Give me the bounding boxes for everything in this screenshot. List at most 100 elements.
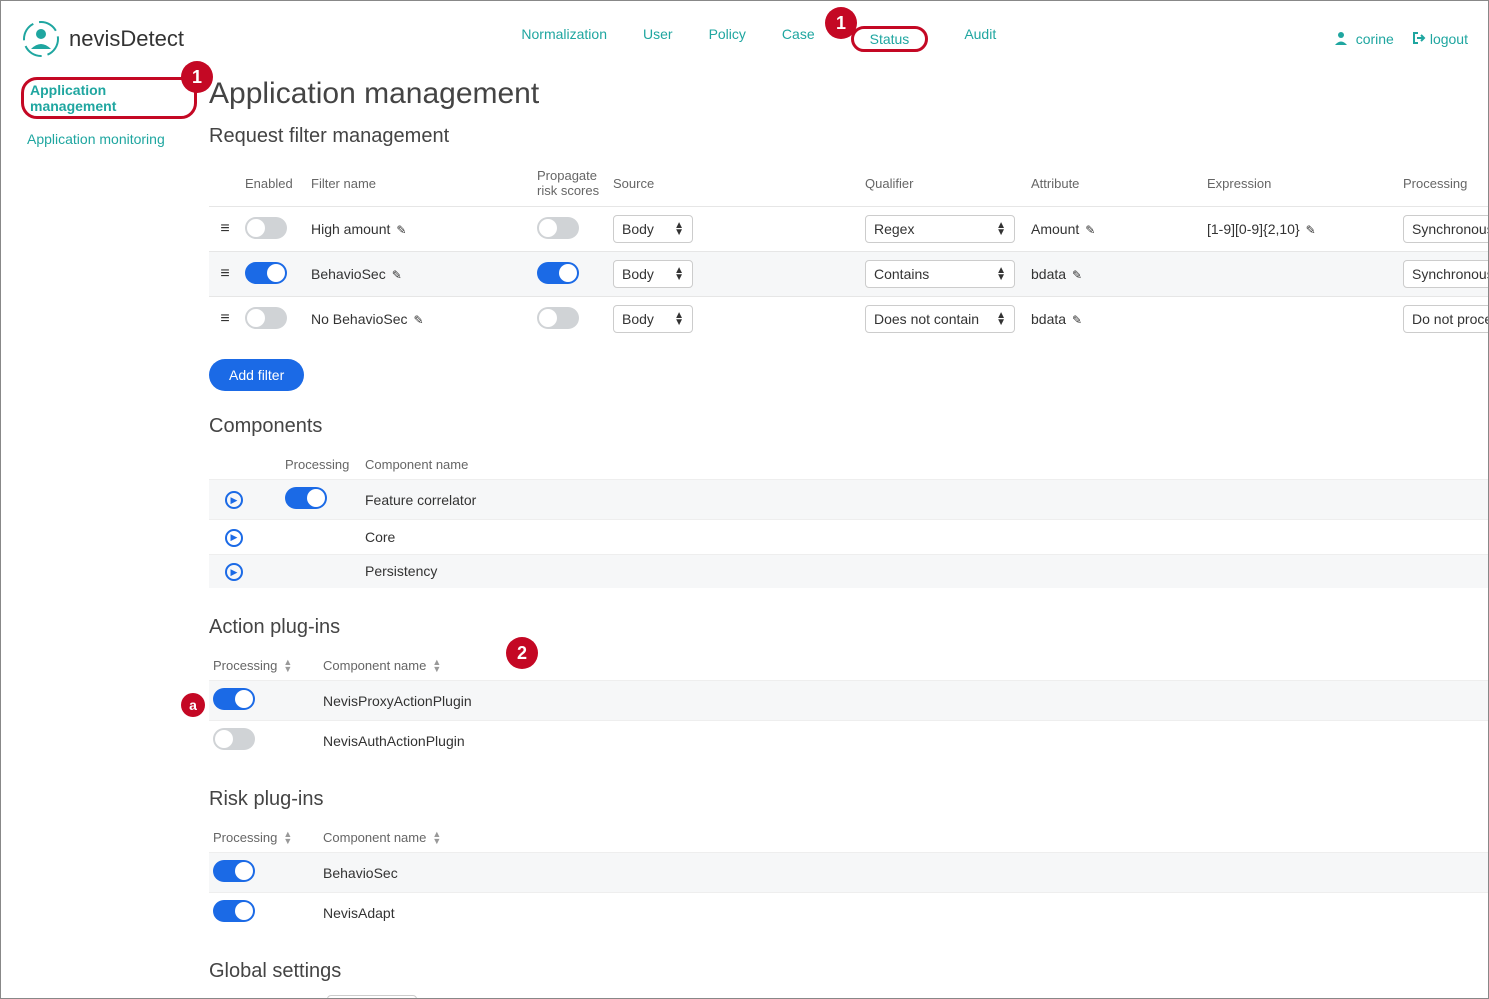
rf-attribute: bdata✎ bbox=[1031, 311, 1201, 327]
comp-col-processing: Processing bbox=[285, 457, 365, 472]
select-caret-icon: ▲▼ bbox=[996, 312, 1006, 326]
select-caret-icon: ▲▼ bbox=[674, 312, 684, 326]
rf-row: ≡ BehavioSec✎ Body ▲▼ Contains ▲▼ bdata✎… bbox=[209, 251, 1489, 296]
plugin-processing-toggle[interactable] bbox=[213, 900, 255, 922]
select-caret-icon: ▲▼ bbox=[674, 222, 684, 236]
expand-icon[interactable]: ▶ bbox=[225, 563, 243, 581]
edit-icon[interactable]: ✎ bbox=[392, 268, 402, 282]
risk-plugin-row: BehavioSec bbox=[209, 852, 1489, 892]
source-select[interactable]: Body ▲▼ bbox=[613, 215, 693, 243]
component-row: ▶ Core bbox=[209, 519, 1489, 554]
username: corine bbox=[1356, 31, 1394, 47]
risk-col-processing[interactable]: Processing ▲▼ bbox=[213, 830, 323, 845]
component-name: Feature correlator bbox=[365, 492, 1489, 508]
component-processing-toggle[interactable] bbox=[285, 487, 327, 509]
annotation-badge-sidebar-1: 1 bbox=[181, 61, 213, 93]
propagate-toggle[interactable] bbox=[537, 262, 579, 284]
risk-plugin-row: NevisAdapt bbox=[209, 892, 1489, 932]
header: nevisDetect Normalization User Policy Ca… bbox=[21, 19, 1468, 59]
drag-handle-icon[interactable]: ≡ bbox=[211, 220, 239, 238]
add-filter-button[interactable]: Add filter bbox=[209, 359, 304, 391]
logout-link[interactable]: logout bbox=[1412, 31, 1468, 48]
plugin-processing-toggle[interactable] bbox=[213, 688, 255, 710]
processing-select[interactable]: Synchronous ▲▼ bbox=[1403, 215, 1489, 243]
username-link[interactable]: corine bbox=[1334, 31, 1394, 48]
processing-select[interactable]: Synchronous ▲▼ bbox=[1403, 260, 1489, 288]
rf-col-filtername: Filter name bbox=[311, 176, 531, 191]
page-title: Application management bbox=[209, 77, 1489, 111]
rf-filter-name: High amount✎ bbox=[311, 221, 531, 237]
rf-col-propagate: Propagate risk scores bbox=[537, 168, 607, 198]
action-col-processing[interactable]: Processing ▲▼ bbox=[213, 658, 323, 673]
action-plugins-heading: Action plug-ins bbox=[209, 616, 1489, 639]
risk-plugins-heading: Risk plug-ins bbox=[209, 788, 1489, 811]
edit-icon[interactable]: ✎ bbox=[1085, 223, 1095, 237]
rf-expression: [1-9][0-9]{2,10}✎ bbox=[1207, 221, 1397, 237]
nav-normalization[interactable]: Normalization bbox=[521, 26, 607, 52]
nav-policy[interactable]: Policy bbox=[709, 26, 746, 52]
rf-filter-name: BehavioSec✎ bbox=[311, 266, 531, 282]
nav-case[interactable]: Case bbox=[782, 26, 815, 52]
component-row: ▶ Feature correlator bbox=[209, 479, 1489, 519]
rf-col-source: Source bbox=[613, 176, 713, 191]
rf-col-attribute: Attribute bbox=[1031, 176, 1201, 191]
rf-attribute: Amount✎ bbox=[1031, 221, 1201, 237]
plugin-name: NevisAuthActionPlugin bbox=[323, 733, 1489, 749]
nav-user[interactable]: User bbox=[643, 26, 673, 52]
components-heading: Components bbox=[209, 415, 1489, 438]
enabled-toggle[interactable] bbox=[245, 307, 287, 329]
qualifier-select[interactable]: Does not contain ▲▼ bbox=[865, 305, 1015, 333]
rf-heading: Request filter management bbox=[209, 125, 1489, 148]
rf-row: ≡ High amount✎ Body ▲▼ Regex ▲▼ Amount✎ … bbox=[209, 206, 1489, 251]
edit-icon[interactable]: ✎ bbox=[396, 223, 406, 237]
propagate-toggle[interactable] bbox=[537, 307, 579, 329]
plugin-processing-toggle[interactable] bbox=[213, 860, 255, 882]
plugin-name: NevisAdapt bbox=[323, 905, 1489, 921]
rf-row: ≡ No BehavioSec✎ Body ▲▼ Does not contai… bbox=[209, 296, 1489, 341]
op-mode-select[interactable]: Mixed ▲▼ bbox=[327, 995, 417, 999]
main-content: Application management Request filter ma… bbox=[197, 77, 1489, 999]
enabled-toggle[interactable] bbox=[245, 217, 287, 239]
select-caret-icon: ▲▼ bbox=[996, 267, 1006, 281]
sort-icon: ▲▼ bbox=[283, 831, 292, 845]
edit-icon[interactable]: ✎ bbox=[414, 313, 424, 327]
annotation-badge-nav-1: 1 bbox=[825, 7, 857, 39]
drag-handle-icon[interactable]: ≡ bbox=[211, 310, 239, 328]
component-name: Persistency bbox=[365, 563, 1489, 579]
logout-icon bbox=[1412, 31, 1426, 48]
plugin-name: BehavioSec bbox=[323, 865, 1489, 881]
expand-icon[interactable]: ▶ bbox=[225, 491, 243, 509]
nav-status[interactable]: Status bbox=[851, 26, 929, 52]
edit-icon[interactable]: ✎ bbox=[1072, 268, 1082, 282]
risk-col-name[interactable]: Component name ▲▼ bbox=[323, 830, 1489, 845]
sidebar-app-management[interactable]: Application management bbox=[21, 77, 197, 119]
comp-col-name: Component name bbox=[365, 457, 1489, 472]
source-select[interactable]: Body ▲▼ bbox=[613, 305, 693, 333]
edit-icon[interactable]: ✎ bbox=[1306, 223, 1316, 237]
edit-icon[interactable]: ✎ bbox=[1072, 313, 1082, 327]
nav-audit[interactable]: Audit bbox=[964, 26, 996, 52]
sort-icon: ▲▼ bbox=[283, 659, 292, 673]
annotation-badge-plugin-2: 2 bbox=[506, 637, 538, 669]
source-select[interactable]: Body ▲▼ bbox=[613, 260, 693, 288]
plugin-processing-toggle[interactable] bbox=[213, 728, 255, 750]
sidebar-app-monitoring[interactable]: Application monitoring bbox=[21, 129, 197, 149]
enabled-toggle[interactable] bbox=[245, 262, 287, 284]
drag-handle-icon[interactable]: ≡ bbox=[211, 265, 239, 283]
brand-name: nevisDetect bbox=[69, 26, 184, 52]
select-caret-icon: ▲▼ bbox=[996, 222, 1006, 236]
top-nav: Normalization User Policy Case Status Au… bbox=[521, 26, 996, 52]
component-name: Core bbox=[365, 529, 1489, 545]
plugin-name: NevisProxyActionPlugin bbox=[323, 693, 1489, 709]
processing-select[interactable]: Do not process ▲▼ bbox=[1403, 305, 1489, 333]
propagate-toggle[interactable] bbox=[537, 217, 579, 239]
qualifier-select[interactable]: Contains ▲▼ bbox=[865, 260, 1015, 288]
expand-icon[interactable]: ▶ bbox=[225, 529, 243, 547]
sort-icon: ▲▼ bbox=[432, 831, 441, 845]
rf-col-processing: Processing bbox=[1403, 176, 1489, 191]
qualifier-select[interactable]: Regex ▲▼ bbox=[865, 215, 1015, 243]
rf-col-enabled: Enabled bbox=[245, 176, 305, 191]
rf-columns: Enabled Filter name Propagate risk score… bbox=[209, 160, 1489, 206]
action-col-name[interactable]: Component name ▲▼ bbox=[323, 658, 1489, 673]
rf-col-qualifier: Qualifier bbox=[865, 176, 1025, 191]
